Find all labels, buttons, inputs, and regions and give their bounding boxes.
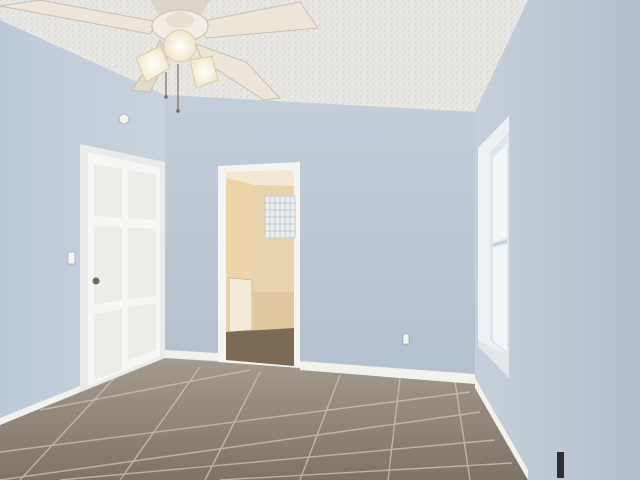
- wall-outlet: [402, 333, 410, 345]
- closet-door: [80, 144, 165, 392]
- bathroom-vanity: [228, 277, 253, 333]
- glass-block-window: [264, 195, 296, 239]
- room-photo: [0, 0, 640, 480]
- light-switch: [67, 251, 76, 265]
- fan-light-center: [163, 29, 197, 63]
- back-wall: [165, 95, 475, 380]
- door-knob: [92, 277, 100, 285]
- wall-outlet-right: [557, 452, 564, 478]
- bedroom-window: [478, 116, 509, 378]
- bathroom-doorway: [218, 162, 300, 368]
- wall-sensor: [118, 113, 130, 125]
